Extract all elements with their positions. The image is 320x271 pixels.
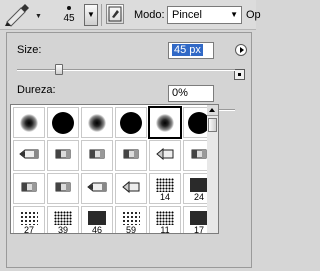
preset-cell[interactable]: 14 [149,173,181,204]
options-bar: ▼ 45 ▼ Modo: Pincel ▼ Op [0,0,261,30]
brush-panel-toggle-icon [108,6,122,22]
marker-brush-icon [52,149,74,162]
preset-size-label: 46 [91,225,102,234]
marker-brush-icon [52,182,74,195]
scatter-brush-icon [54,211,72,225]
scroll-up-arrow-icon[interactable] [207,105,218,116]
marker-brush-icon [86,149,108,162]
hardness-input[interactable]: 0% [168,85,214,102]
preset-cell[interactable] [81,140,113,171]
scatter-brush-icon [88,211,106,225]
mode-label: Modo: [134,9,165,21]
soft-round-brush-icon [20,113,38,132]
preset-size-label: 27 [23,225,34,234]
chevron-down-icon: ▼ [230,10,238,19]
preset-cell[interactable] [115,173,147,204]
preset-size-label: 11 [160,225,170,234]
preset-size-label: 59 [125,225,136,234]
mode-value: Pincel [172,9,202,21]
airbrush-brush-icon [154,147,176,164]
preset-cell[interactable] [149,140,181,171]
panel-menu-arrow-icon[interactable] [235,44,247,56]
preset-cell[interactable] [13,140,45,171]
brush-size-readout: 45 [63,13,75,24]
preset-cell[interactable]: 59 [115,206,147,234]
preset-cell[interactable] [148,106,182,139]
preset-cell[interactable] [13,107,45,138]
scroll-thumb[interactable] [208,118,217,132]
mode-select[interactable]: Pincel ▼ [167,6,242,24]
size-label: Size: [17,44,42,56]
preset-cell[interactable]: 46 [81,206,113,234]
toolbar-divider [101,4,102,26]
soft-round-brush-icon [156,113,174,132]
preset-cell[interactable] [115,107,147,138]
preset-cell[interactable] [47,107,79,138]
tool-preset-arrow-icon[interactable]: ▼ [35,13,42,20]
brush-panel-toggle-button[interactable] [106,4,124,24]
size-input[interactable]: 45 px [168,42,214,59]
marker-brush-icon [18,182,40,195]
preset-cell[interactable]: 11 [149,206,181,234]
hard-round-brush-icon [52,111,74,134]
brush-preview[interactable]: 45 [56,2,82,28]
preset-scrollbar[interactable] [207,104,219,234]
scatter-brush-icon [156,211,174,225]
brush-preset-grid: 14 24 27 39 46 59 11 17 [10,104,218,234]
preset-cell[interactable] [115,140,147,171]
preset-cell[interactable] [47,173,79,204]
preset-size-label: 39 [57,225,68,234]
scatter-brush-icon [190,211,208,225]
new-preset-icon[interactable] [234,69,245,80]
brush-tip-icon [67,6,71,10]
marker-brush-icon [120,149,142,162]
airbrush-brush-icon [120,180,142,197]
scatter-brush-icon [156,178,174,192]
hard-round-brush-icon [120,111,142,134]
hardness-label: Dureza: [17,84,56,96]
size-slider-track[interactable] [17,69,235,71]
size-value: 45 px [172,44,203,56]
preset-cell[interactable]: 39 [47,206,79,234]
size-slider-thumb[interactable] [54,64,63,75]
pencil-brush-icon [86,182,108,195]
brush-picker-button[interactable]: ▼ [84,4,98,26]
preset-cell[interactable] [81,107,113,138]
scatter-brush-icon [122,211,140,225]
preset-cell[interactable] [47,140,79,171]
pencil-brush-icon [18,149,40,162]
preset-list: 14 24 27 39 46 59 11 17 [11,105,217,234]
preset-size-label: 14 [159,192,170,202]
preset-cell[interactable] [81,173,113,204]
soft-round-brush-icon [88,113,106,132]
opacity-label: Op [246,9,261,21]
brush-tool-icon[interactable] [3,3,35,27]
scatter-brush-icon [20,211,38,225]
chevron-down-icon: ▼ [87,10,95,19]
preset-cell[interactable] [13,173,45,204]
scatter-brush-icon [190,178,208,192]
preset-cell[interactable]: 27 [13,206,45,234]
